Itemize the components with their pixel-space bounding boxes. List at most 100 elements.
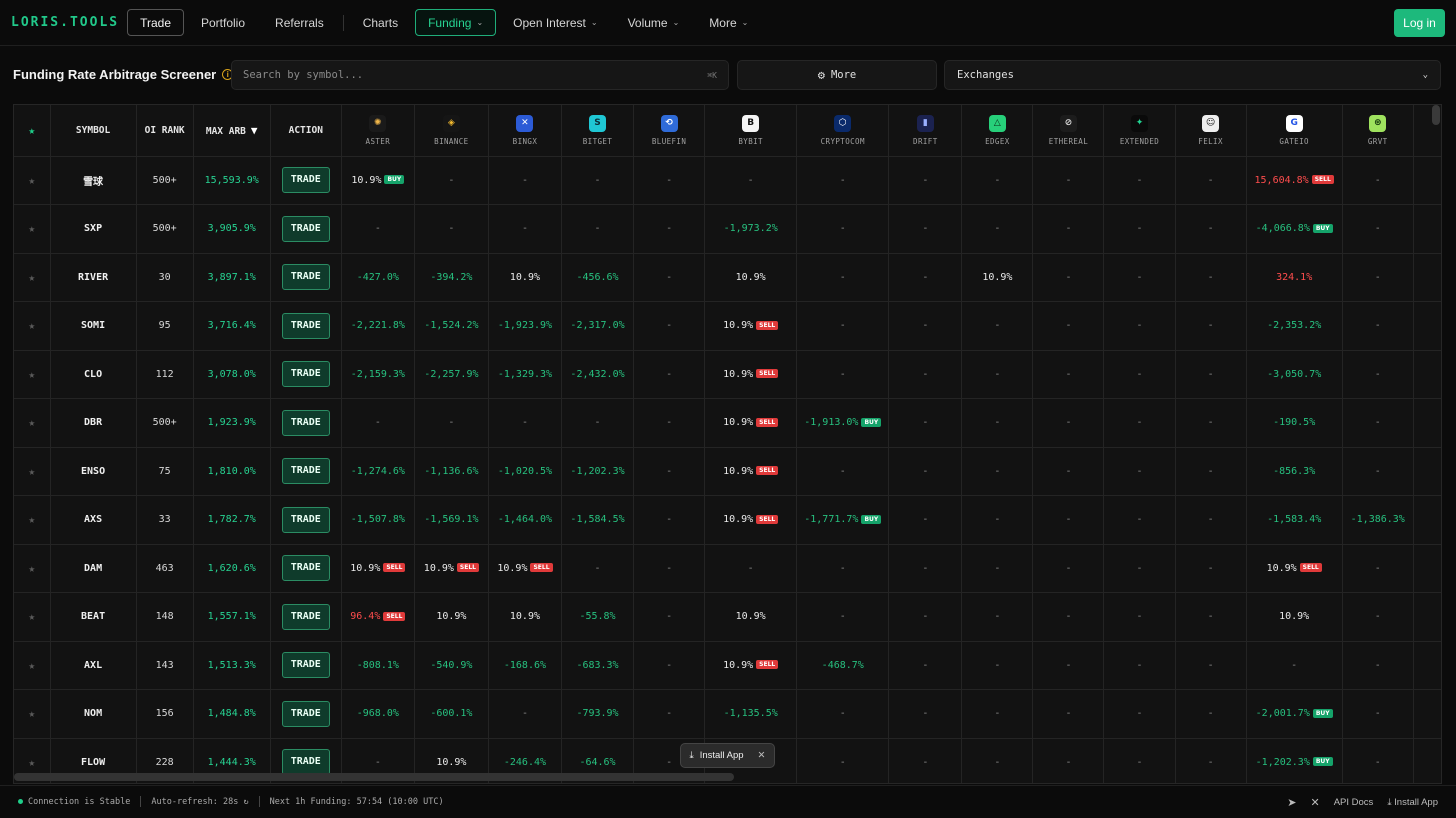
rate-cell-ethereal[interactable]: - <box>1032 398 1105 448</box>
star-icon[interactable]: ★ <box>28 416 35 429</box>
rate-cell-extended[interactable]: - <box>1103 204 1176 254</box>
logo[interactable]: LORIS.TOOLS <box>11 15 119 30</box>
rate-cell-gateio[interactable]: -856.3% <box>1246 447 1343 496</box>
rate-cell-felix[interactable]: - <box>1175 253 1247 302</box>
rate-cell-bybit[interactable]: - <box>704 544 798 593</box>
rate-cell-aster[interactable]: -968.0% <box>341 689 415 739</box>
rate-cell-binance[interactable]: -394.2% <box>414 253 489 302</box>
rate-cell-grvt[interactable]: - <box>1342 204 1414 254</box>
rate-cell-ethereal[interactable]: - <box>1032 301 1105 351</box>
trade-button[interactable]: TRADE <box>281 506 330 533</box>
rate-cell-gateio[interactable]: 10.9% <box>1246 592 1343 642</box>
rate-cell-bingx[interactable]: - <box>488 689 562 739</box>
rate-cell-binance[interactable]: - <box>414 156 489 205</box>
rate-cell-cryptocom[interactable]: -468.7% <box>796 641 890 690</box>
rate-cell-gateio[interactable]: -190.5% <box>1246 398 1343 448</box>
rate-cell-extended[interactable]: - <box>1103 156 1176 205</box>
rate-cell-bingx[interactable]: 10.9% <box>488 592 562 642</box>
rate-cell-bingx[interactable]: 10.9% SELL <box>488 544 562 593</box>
trade-button[interactable]: TRADE <box>281 652 330 679</box>
rate-cell-cryptocom[interactable]: - <box>796 447 890 496</box>
rate-cell-bitget[interactable]: -2,432.0% <box>561 350 635 399</box>
rate-cell-gateio[interactable]: 15,604.8% SELL <box>1246 156 1343 205</box>
rate-cell-grvt[interactable]: - <box>1342 592 1414 642</box>
rate-cell-bybit[interactable]: 10.9% SELL <box>704 495 798 545</box>
rate-cell-edgex[interactable]: - <box>961 447 1034 496</box>
rate-cell-grvt[interactable]: - <box>1342 301 1414 351</box>
trade-button[interactable]: TRADE <box>281 749 330 776</box>
rate-cell-bybit[interactable]: - <box>704 156 798 205</box>
symbol-cell[interactable]: CLO <box>50 350 137 399</box>
header-max-arb[interactable]: MAX ARB ▼ <box>193 105 271 157</box>
rate-cell-drift[interactable]: - <box>888 738 963 783</box>
rate-cell-binance[interactable]: -1,524.2% <box>414 301 489 351</box>
rate-cell-bybit[interactable]: 10.9% <box>704 592 798 642</box>
auto-refresh[interactable]: Auto-refresh: 28s ↻ <box>151 797 248 807</box>
rate-cell-gateio[interactable]: -2,353.2% <box>1246 301 1343 351</box>
rate-cell-bybit[interactable]: 10.9% SELL <box>704 641 798 690</box>
rate-cell-ethereal[interactable]: - <box>1032 156 1105 205</box>
rate-cell-bluefin[interactable]: - <box>633 447 706 496</box>
rate-cell-drift[interactable]: - <box>888 156 963 205</box>
rate-cell-aster[interactable]: - <box>341 204 415 254</box>
nav-item-charts[interactable]: Charts <box>350 9 411 36</box>
rate-cell-aster[interactable]: 96.4% SELL <box>341 592 415 642</box>
trade-button[interactable]: TRADE <box>281 361 330 388</box>
rate-cell-felix[interactable]: - <box>1175 641 1247 690</box>
rate-cell-drift[interactable]: - <box>888 592 963 642</box>
rate-cell-ethereal[interactable]: - <box>1032 204 1105 254</box>
rate-cell-bybit[interactable]: 10.9% SELL <box>704 301 798 351</box>
star-icon[interactable]: ★ <box>28 271 35 284</box>
rate-cell-felix[interactable]: - <box>1175 204 1247 254</box>
rate-cell-grvt[interactable]: - <box>1342 689 1414 739</box>
trade-button[interactable]: TRADE <box>281 409 330 436</box>
header-exchange-bitget[interactable]: S BITGET <box>561 105 635 157</box>
nav-item-open-interest[interactable]: Open Interest ⌄ <box>500 9 610 36</box>
rate-cell-cryptocom[interactable]: - <box>796 350 890 399</box>
rate-cell-ethereal[interactable]: - <box>1032 592 1105 642</box>
rate-cell-bluefin[interactable]: - <box>633 544 706 593</box>
rate-cell-felix[interactable]: - <box>1175 447 1247 496</box>
rate-cell-gateio[interactable]: -1,202.3% BUY <box>1246 738 1343 783</box>
rate-cell-ethereal[interactable]: - <box>1032 544 1105 593</box>
rate-cell-extended[interactable]: - <box>1103 544 1176 593</box>
rate-cell-bluefin[interactable]: - <box>633 495 706 545</box>
rate-cell-bingx[interactable]: - <box>488 204 562 254</box>
rate-cell-edgex[interactable]: - <box>961 350 1034 399</box>
header-exchange-bingx[interactable]: ✕ BINGX <box>488 105 562 157</box>
header-oi-rank[interactable]: OI RANK <box>136 105 194 157</box>
search-input[interactable] <box>243 69 708 81</box>
rate-cell-bybit[interactable]: 10.9% SELL <box>704 398 798 448</box>
rate-cell-binance[interactable]: -600.1% <box>414 689 489 739</box>
star-icon[interactable]: ★ <box>28 465 35 478</box>
rate-cell-bluefin[interactable]: - <box>633 592 706 642</box>
symbol-cell[interactable]: BEAT <box>50 592 137 642</box>
rate-cell-bitget[interactable]: -1,584.5% <box>561 495 635 545</box>
rate-cell-edgex[interactable]: - <box>961 398 1034 448</box>
header-exchange-edgex[interactable]: △ EDGEX <box>961 105 1034 157</box>
rate-cell-edgex[interactable]: - <box>961 592 1034 642</box>
rate-cell-bingx[interactable]: - <box>488 156 562 205</box>
rate-cell-bitget[interactable]: - <box>561 204 635 254</box>
rate-cell-grvt[interactable]: - <box>1342 253 1414 302</box>
rate-cell-cryptocom[interactable]: - <box>796 156 890 205</box>
header-exchange-binance[interactable]: ◈ BINANCE <box>414 105 489 157</box>
rate-cell-bitget[interactable]: -456.6% <box>561 253 635 302</box>
rate-cell-ethereal[interactable]: - <box>1032 738 1105 783</box>
rate-cell-edgex[interactable]: 10.9% <box>961 253 1034 302</box>
rate-cell-ethereal[interactable]: - <box>1032 447 1105 496</box>
header-exchange-bybit[interactable]: B BYBIT <box>704 105 798 157</box>
rate-cell-bitget[interactable]: -793.9% <box>561 689 635 739</box>
rate-cell-extended[interactable]: - <box>1103 301 1176 351</box>
trade-button[interactable]: TRADE <box>281 312 330 339</box>
rate-cell-felix[interactable]: - <box>1175 398 1247 448</box>
rate-cell-extended[interactable]: - <box>1103 738 1176 783</box>
symbol-cell[interactable]: AXS <box>50 495 137 545</box>
rate-cell-bingx[interactable]: -1,329.3% <box>488 350 562 399</box>
rate-cell-drift[interactable]: - <box>888 544 963 593</box>
horizontal-scrollbar[interactable] <box>14 773 734 781</box>
star-icon[interactable]: ★ <box>28 368 35 381</box>
rate-cell-gateio[interactable]: - <box>1246 641 1343 690</box>
header-exchange-aster[interactable]: ✺ ASTER <box>341 105 415 157</box>
header-exchange-extended[interactable]: ✦ EXTENDED <box>1103 105 1176 157</box>
